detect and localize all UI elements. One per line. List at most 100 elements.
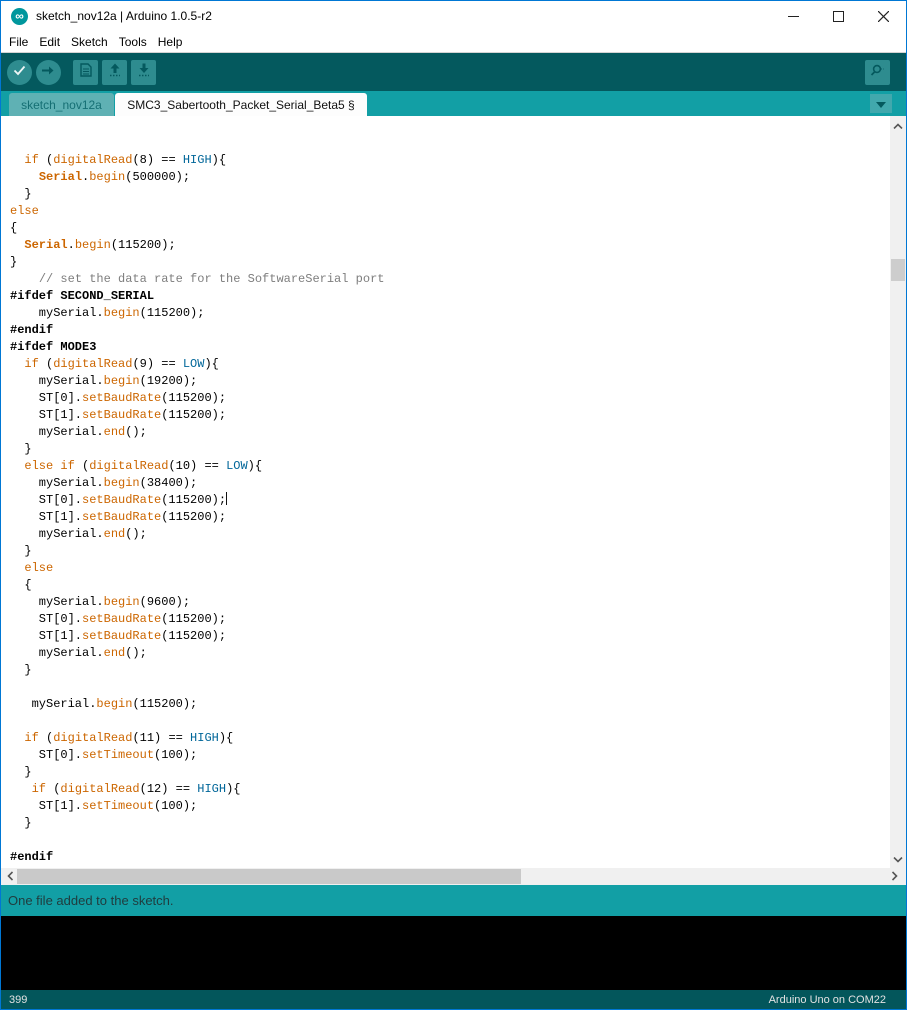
menu-file[interactable]: File xyxy=(9,35,37,49)
minimize-button[interactable] xyxy=(771,1,816,31)
maximize-icon xyxy=(833,11,844,22)
code-line: } xyxy=(10,186,890,203)
status-message: One file added to the sketch. xyxy=(8,893,174,908)
menu-tools[interactable]: Tools xyxy=(119,35,156,49)
code-line: Serial.begin(115200); xyxy=(10,237,890,254)
code-line: #endif xyxy=(10,849,890,866)
console-output xyxy=(1,916,906,990)
new-sketch-button[interactable] xyxy=(73,60,98,85)
save-button[interactable] xyxy=(131,60,156,85)
menu-edit[interactable]: Edit xyxy=(39,35,69,49)
vertical-scrollbar[interactable] xyxy=(890,116,906,868)
editor-row: if (digitalRead(8) == HIGH){ Serial.begi… xyxy=(1,116,906,868)
code-line: else xyxy=(10,560,890,577)
code-line: } xyxy=(10,662,890,679)
close-button[interactable] xyxy=(861,1,906,31)
tab-smc3-sabertooth[interactable]: SMC3_Sabertooth_Packet_Serial_Beta5 § xyxy=(115,93,367,116)
code-line: mySerial.begin(9600); xyxy=(10,594,890,611)
footer-bar: 399 Arduino Uno on COM22 xyxy=(1,990,906,1009)
code-line xyxy=(10,679,890,696)
code-line: { xyxy=(10,220,890,237)
code-line: mySerial.begin(115200); xyxy=(10,696,890,713)
scroll-up-button[interactable] xyxy=(890,118,906,132)
minimize-icon xyxy=(788,11,799,22)
code-line: Serial.begin(500000); xyxy=(10,169,890,186)
chevron-left-icon xyxy=(7,868,13,886)
code-line: ST[1].setBaudRate(115200); xyxy=(10,407,890,424)
code-line: if (digitalRead(8) == HIGH){ xyxy=(10,152,890,169)
tab-sketch-nov12a[interactable]: sketch_nov12a xyxy=(9,93,114,116)
arrow-right-icon xyxy=(42,63,55,81)
chevron-down-icon xyxy=(893,850,903,868)
code-line: mySerial.end(); xyxy=(10,526,890,543)
scroll-right-button[interactable] xyxy=(888,868,902,885)
horizontal-scrollbar[interactable] xyxy=(1,868,906,885)
code-lines: if (digitalRead(8) == HIGH){ Serial.begi… xyxy=(10,152,890,868)
code-editor[interactable]: if (digitalRead(8) == HIGH){ Serial.begi… xyxy=(1,116,890,868)
code-line: ST[0].setBaudRate(115200); xyxy=(10,611,890,628)
code-line: ST[0].setBaudRate(115200); xyxy=(10,492,890,509)
code-line: // set the data rate for the SoftwareSer… xyxy=(10,271,890,288)
line-number-indicator: 399 xyxy=(9,994,27,1006)
arrow-down-icon xyxy=(138,63,150,82)
tab-label: sketch_nov12a xyxy=(21,98,102,112)
magnifier-icon xyxy=(870,63,885,83)
code-line: { xyxy=(10,577,890,594)
board-port-indicator: Arduino Uno on COM22 xyxy=(769,994,886,1006)
code-line: #endif xyxy=(10,322,890,339)
upload-button[interactable] xyxy=(36,60,61,85)
code-line: mySerial.end(); xyxy=(10,645,890,662)
window-title: sketch_nov12a | Arduino 1.0.5-r2 xyxy=(36,9,212,23)
open-button[interactable] xyxy=(102,60,127,85)
check-icon xyxy=(13,63,26,81)
text-caret xyxy=(226,492,227,505)
window-controls xyxy=(771,1,906,31)
scroll-left-button[interactable] xyxy=(3,868,17,885)
code-line: if (digitalRead(12) == HIGH){ xyxy=(10,781,890,798)
tab-bar: sketch_nov12a SMC3_Sabertooth_Packet_Ser… xyxy=(1,91,906,116)
code-line: mySerial.end(); xyxy=(10,424,890,441)
code-line xyxy=(10,832,890,849)
chevron-up-icon xyxy=(893,116,903,134)
menu-bar: File Edit Sketch Tools Help xyxy=(1,31,906,52)
code-line: ST[1].setBaudRate(115200); xyxy=(10,509,890,526)
code-line: if (digitalRead(11) == HIGH){ xyxy=(10,730,890,747)
title-bar: ∞ sketch_nov12a | Arduino 1.0.5-r2 xyxy=(1,1,906,31)
code-line: } xyxy=(10,254,890,271)
code-line: mySerial.begin(38400); xyxy=(10,475,890,492)
arrow-up-icon xyxy=(109,63,121,82)
code-line: ST[1].setBaudRate(115200); xyxy=(10,628,890,645)
code-line: } xyxy=(10,441,890,458)
code-line: } xyxy=(10,543,890,560)
verify-button[interactable] xyxy=(7,60,32,85)
code-line: #ifdef SECOND_SERIAL xyxy=(10,288,890,305)
code-line: else if (digitalRead(10) == LOW){ xyxy=(10,458,890,475)
code-line: if (digitalRead(9) == LOW){ xyxy=(10,356,890,373)
document-icon xyxy=(80,63,92,82)
chevron-right-icon xyxy=(892,868,898,886)
chevron-down-icon xyxy=(876,95,886,113)
code-line xyxy=(10,713,890,730)
close-icon xyxy=(878,11,889,22)
code-line: else xyxy=(10,203,890,220)
code-line: } xyxy=(10,764,890,781)
arduino-ide-window: ∞ sketch_nov12a | Arduino 1.0.5-r2 File … xyxy=(0,0,907,1010)
code-line: ST[1].setTimeout(100); xyxy=(10,798,890,815)
arduino-logo-icon: ∞ xyxy=(11,8,28,25)
vertical-scroll-thumb[interactable] xyxy=(891,259,905,281)
serial-monitor-button[interactable] xyxy=(865,60,890,85)
code-line: ST[0].setBaudRate(115200); xyxy=(10,390,890,407)
code-line: ST[0].setTimeout(100); xyxy=(10,747,890,764)
scroll-down-button[interactable] xyxy=(890,852,906,866)
maximize-button[interactable] xyxy=(816,1,861,31)
menu-sketch[interactable]: Sketch xyxy=(71,35,117,49)
toolbar xyxy=(1,53,906,91)
menu-help[interactable]: Help xyxy=(158,35,192,49)
tab-label: SMC3_Sabertooth_Packet_Serial_Beta5 § xyxy=(127,98,354,112)
code-line: mySerial.begin(115200); xyxy=(10,305,890,322)
tab-dropdown-button[interactable] xyxy=(870,94,892,113)
code-line: #ifdef MODE3 xyxy=(10,339,890,356)
code-line: mySerial.begin(19200); xyxy=(10,373,890,390)
code-line: } xyxy=(10,815,890,832)
horizontal-scroll-thumb[interactable] xyxy=(17,869,521,884)
